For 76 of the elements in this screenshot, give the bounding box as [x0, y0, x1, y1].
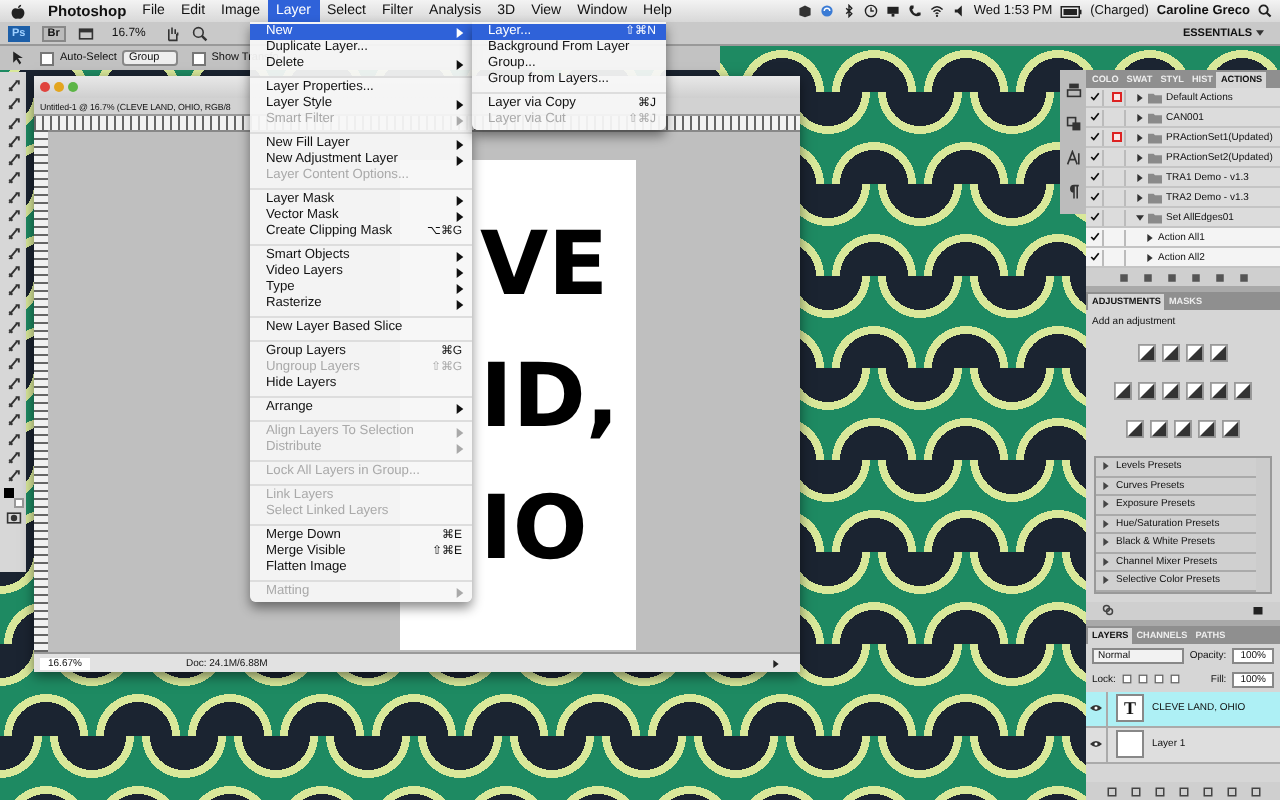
dialog-toggle[interactable] [1108, 89, 1126, 105]
paragraph-icon[interactable] [1065, 184, 1081, 200]
wifi-icon[interactable] [929, 4, 944, 18]
adjustment-icon[interactable] [1210, 344, 1228, 362]
adjustment-icon[interactable] [1114, 382, 1132, 400]
canvas-text: VE [480, 212, 611, 320]
check-icon[interactable] [1089, 232, 1099, 242]
canvas-text: IO [480, 476, 590, 584]
eye-icon[interactable] [1090, 704, 1102, 712]
expand-triangle-icon[interactable] [1102, 576, 1110, 585]
adjustment-icon[interactable] [1234, 382, 1252, 400]
expand-triangle-icon[interactable] [1102, 519, 1110, 528]
clone-source-icon[interactable] [1065, 116, 1081, 132]
expand-triangle-icon[interactable] [1136, 173, 1144, 181]
sync-icon[interactable] [819, 4, 834, 18]
expand-triangle-icon[interactable] [1146, 253, 1154, 261]
battery-icon[interactable] [1060, 5, 1083, 17]
apple-icon[interactable] [10, 3, 26, 19]
close-button[interactable] [40, 82, 50, 92]
display-icon[interactable] [885, 4, 900, 18]
canvas-text: ID, [480, 344, 622, 452]
bluetooth-icon[interactable] [841, 4, 856, 18]
expand-triangle-icon[interactable] [1102, 481, 1110, 490]
foreground-color-swatch[interactable] [3, 487, 13, 498]
background-color-swatch[interactable] [13, 497, 23, 508]
character-icon[interactable] [1065, 150, 1081, 166]
adjustment-icon[interactable] [1126, 420, 1144, 438]
layer-thumbnail [1116, 730, 1144, 758]
clock-icon[interactable] [863, 4, 878, 18]
auto-select-checkbox[interactable] [40, 51, 54, 65]
expand-triangle-icon[interactable] [1136, 133, 1144, 141]
expand-triangle-icon[interactable] [1136, 213, 1144, 221]
caret-icon[interactable] [772, 659, 780, 667]
expand-triangle-icon[interactable] [1102, 538, 1110, 547]
tool-presets-icon[interactable] [1065, 82, 1081, 98]
adjustment-icon[interactable] [1138, 344, 1156, 362]
transform-controls-checkbox[interactable] [191, 51, 206, 65]
check-icon[interactable] [1089, 92, 1099, 102]
check-icon[interactable] [1089, 192, 1099, 202]
adjustment-icon[interactable] [1186, 344, 1204, 362]
caret-icon [1256, 30, 1264, 36]
adjustment-icon[interactable] [1222, 420, 1240, 438]
expand-triangle-icon[interactable] [1146, 233, 1154, 241]
adjustment-icon[interactable] [1186, 382, 1204, 400]
check-icon[interactable] [1089, 112, 1099, 122]
expand-triangle-icon[interactable] [1136, 153, 1144, 161]
adjustment-icon[interactable] [1138, 382, 1156, 400]
expand-triangle-icon[interactable] [1136, 113, 1144, 121]
expand-triangle-icon[interactable] [1136, 193, 1144, 201]
layout-icon[interactable] [77, 25, 94, 41]
check-icon[interactable] [1089, 152, 1099, 162]
adjustment-icon[interactable] [1198, 420, 1216, 438]
panel-options-icon[interactable] [1252, 604, 1264, 616]
search-icon[interactable] [1258, 4, 1272, 18]
check-icon[interactable] [1089, 172, 1099, 182]
adjustment-icon[interactable] [1150, 420, 1168, 438]
box-icon[interactable] [797, 4, 812, 18]
expand-triangle-icon[interactable] [1136, 93, 1144, 101]
expand-triangle-icon[interactable] [1102, 557, 1110, 566]
expand-triangle-icon[interactable] [1102, 500, 1110, 509]
line-icon[interactable] [5, 394, 21, 411]
volume-icon[interactable] [951, 4, 966, 18]
check-icon[interactable] [1089, 212, 1099, 222]
check-icon[interactable] [1089, 252, 1099, 262]
phone-icon[interactable] [907, 4, 922, 18]
dialog-toggle[interactable] [1108, 129, 1126, 145]
quick-mask-icon[interactable] [5, 509, 21, 526]
type-layer-thumbnail: T [1116, 694, 1144, 722]
expand-triangle-icon[interactable] [1102, 462, 1110, 471]
adjustment-icon[interactable] [1210, 382, 1228, 400]
adjustment-icon[interactable] [1162, 382, 1180, 400]
adjustment-icon[interactable] [1162, 344, 1180, 362]
check-icon[interactable] [1089, 132, 1099, 142]
link-icon[interactable] [1102, 604, 1114, 616]
adjustment-icon[interactable] [1174, 420, 1192, 438]
eye-icon[interactable] [1090, 740, 1102, 748]
